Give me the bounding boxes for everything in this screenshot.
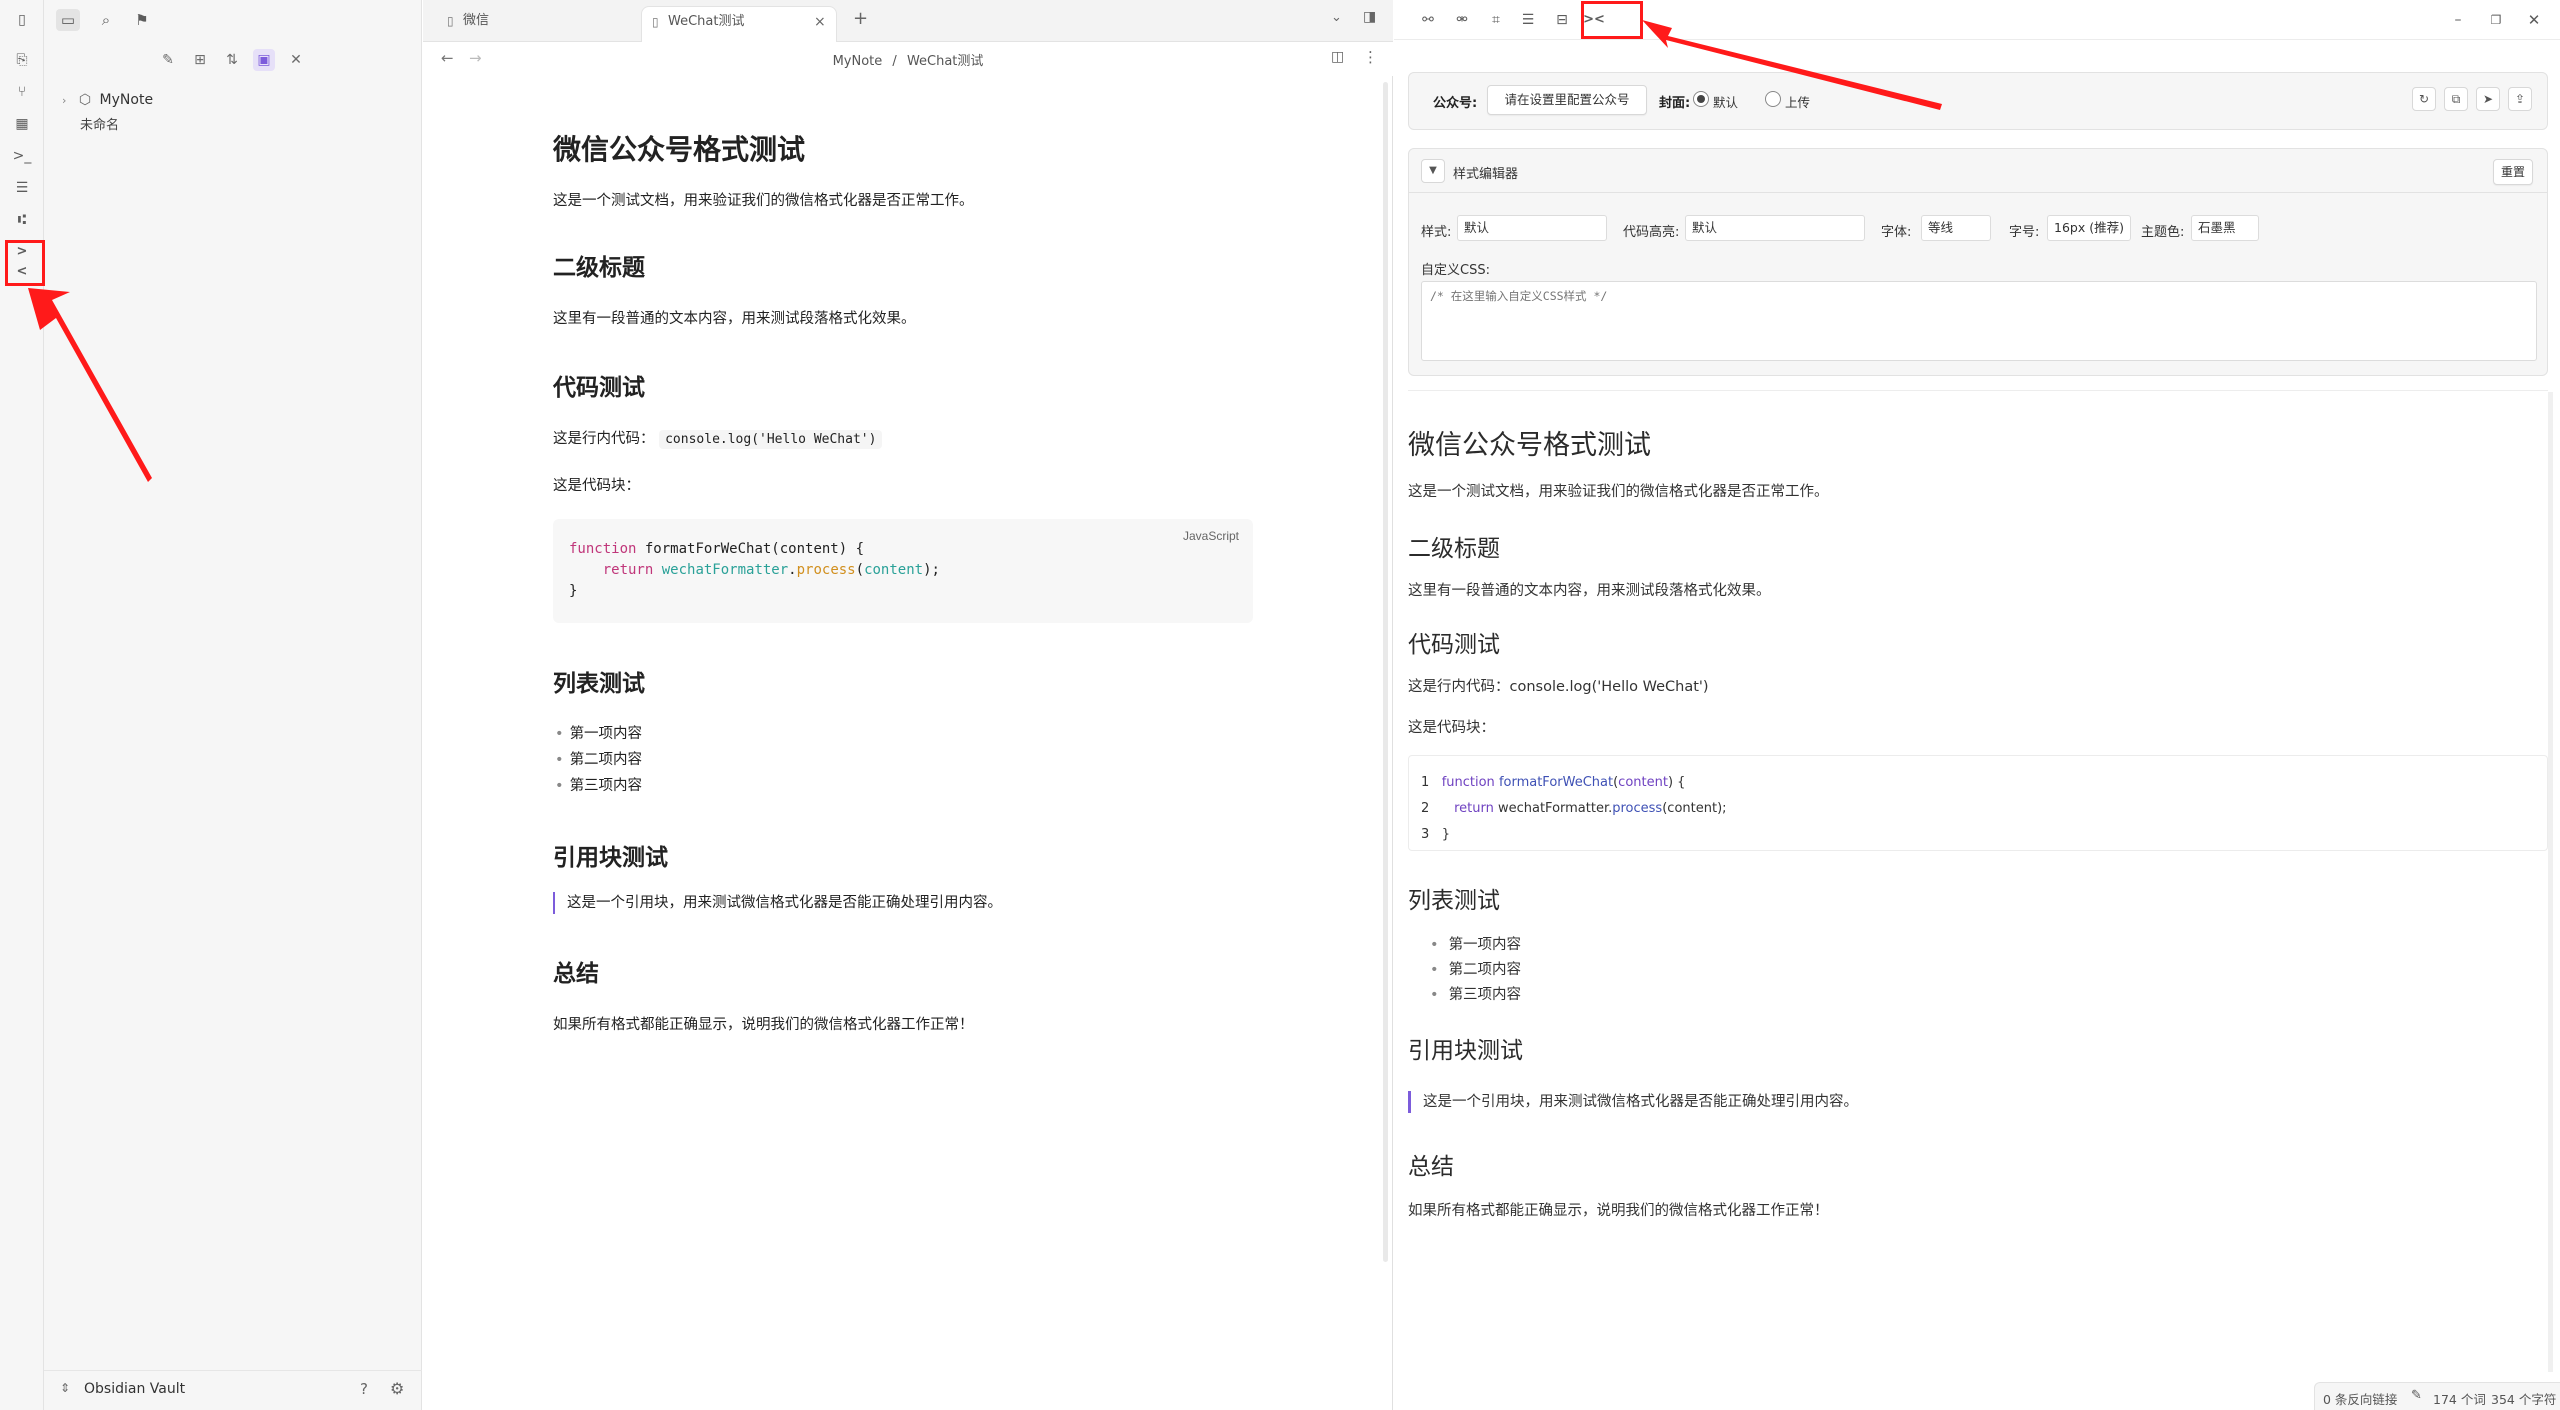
arrow-left: [28, 288, 152, 482]
arrow-top: [1642, 20, 1942, 110]
annotation-arrows: [28, 20, 1942, 482]
